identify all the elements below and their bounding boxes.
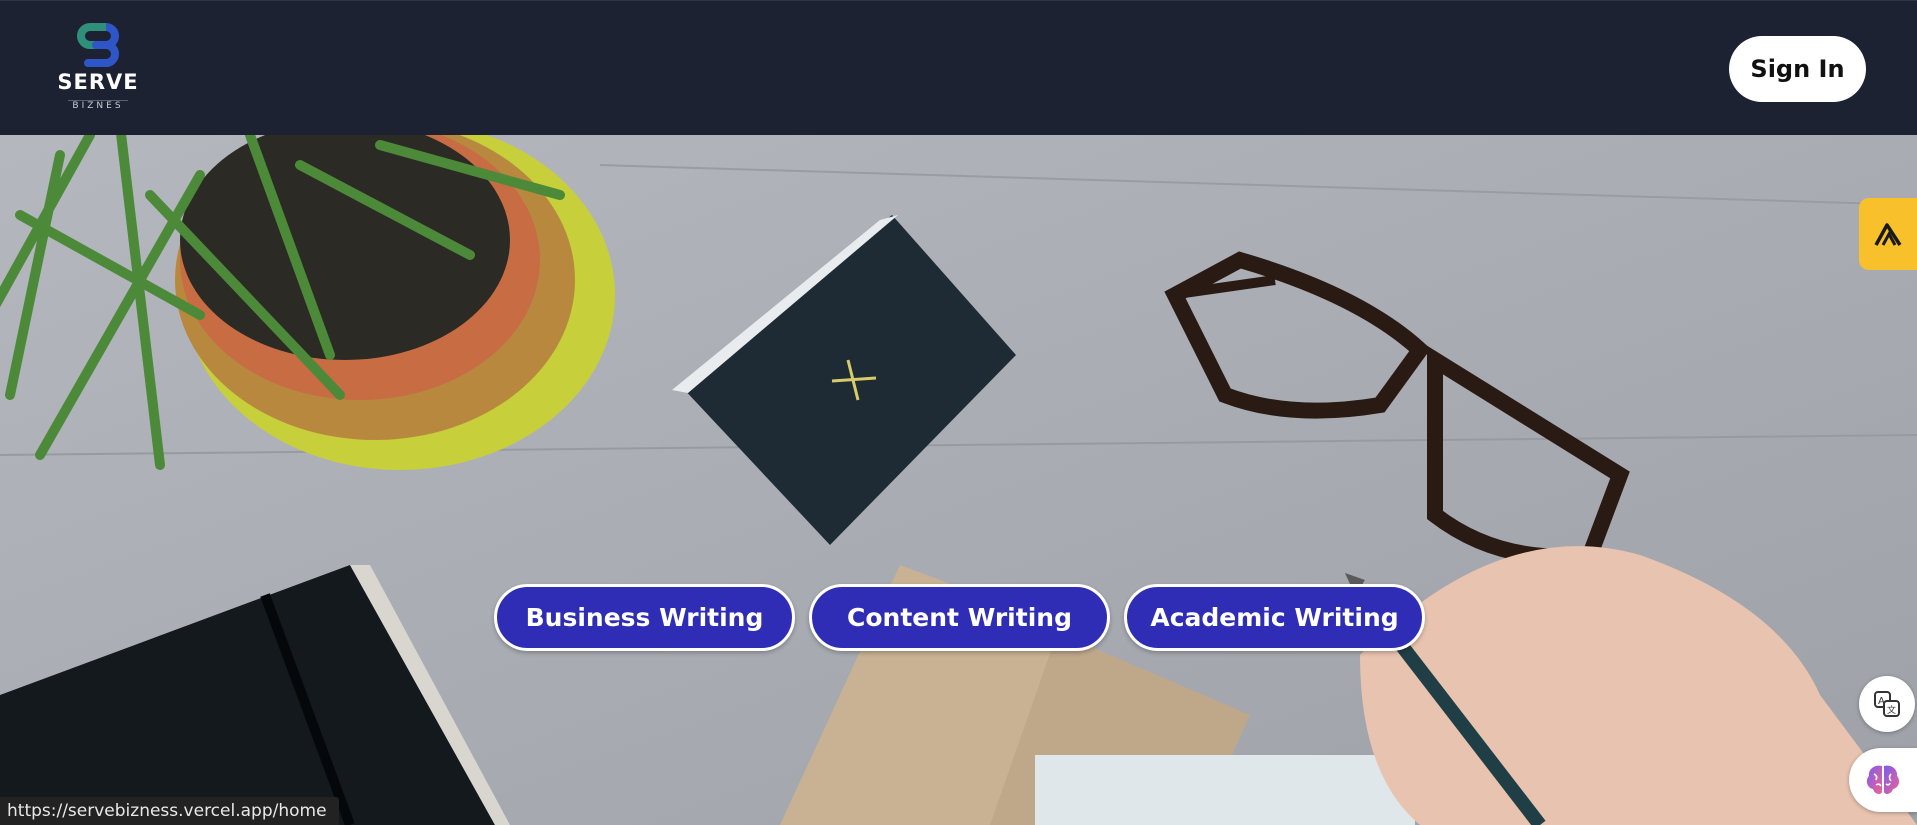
business-writing-button[interactable]: Business Writing [494,584,795,651]
sb-monogram-icon [77,23,119,67]
svg-text:文: 文 [1887,704,1896,716]
sign-in-button[interactable]: Sign In [1729,36,1866,102]
hero-background-image [0,135,1917,825]
hero-section: Business Writing Content Writing Academi… [0,135,1917,825]
side-extension-tab[interactable] [1859,198,1917,270]
logo-brand-text: SERVE [57,70,139,94]
translate-icon: A 文 [1874,691,1900,717]
ai-assistant-button[interactable] [1849,748,1917,812]
top-navbar: SERVE BIZNES Sign In [0,0,1917,135]
status-bar-url: https://servebizness.vercel.app/home [0,797,339,825]
site-logo[interactable]: SERVE BIZNES [56,23,140,117]
svg-text:A: A [1878,696,1885,707]
service-buttons: Business Writing Content Writing Academi… [494,584,1425,651]
arrow-logo-icon [1874,223,1902,246]
academic-writing-button[interactable]: Academic Writing [1124,584,1425,651]
content-writing-button[interactable]: Content Writing [809,584,1110,651]
brain-icon [1866,765,1900,794]
translate-button[interactable]: A 文 [1859,676,1915,732]
logo-sub-text: BIZNES [68,100,128,112]
